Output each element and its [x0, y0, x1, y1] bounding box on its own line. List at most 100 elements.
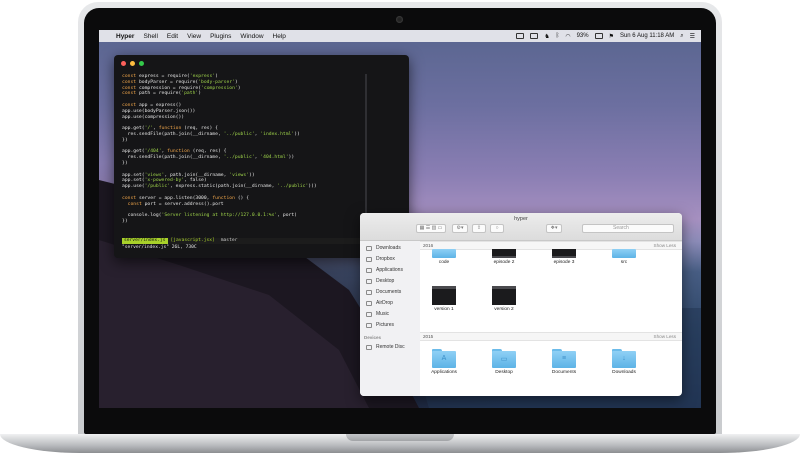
video-thumbnail-icon	[552, 249, 576, 258]
sidebar-item-documents[interactable]: Documents	[366, 289, 401, 295]
menu-shell[interactable]: Shell	[143, 33, 157, 40]
view-mode-control[interactable]: ▦ ☰ ▥ ▭	[416, 224, 446, 233]
laptop-notch	[346, 434, 454, 441]
folder-icon	[432, 249, 456, 258]
video-thumbnail-icon	[492, 249, 516, 258]
spotlight-icon[interactable]: ⌕	[680, 33, 683, 40]
flag-icon[interactable]: ⚑	[609, 33, 614, 40]
share-button[interactable]: ⇪	[472, 224, 486, 233]
file-item-label: Documents	[551, 370, 577, 375]
screen-record-icon[interactable]	[516, 33, 525, 39]
file-item-label: code	[438, 260, 450, 265]
file-item-version-2[interactable]: version 2	[482, 286, 526, 312]
battery-icon[interactable]	[594, 33, 603, 39]
close-button[interactable]	[121, 61, 126, 66]
clock[interactable]: Sun 6 Aug 11:18 AM	[620, 33, 674, 39]
notification-center-icon[interactable]: ☰	[690, 33, 695, 40]
elephant-icon[interactable]: ♞	[544, 33, 549, 40]
bluetooth-icon[interactable]: ᛒ	[556, 33, 560, 39]
file-item-episode-2[interactable]: episode 2	[482, 249, 526, 265]
sidebar-item-remote-disc[interactable]: Remote Disc	[366, 344, 405, 350]
finder-title: hyper	[514, 216, 528, 222]
sidebar-item-label: AirDrop	[376, 300, 393, 306]
downloads-folder-icon: ↓	[612, 349, 636, 368]
documents-folder-icon: ≡	[552, 349, 576, 368]
menu-help[interactable]: Help	[273, 33, 286, 40]
menu-window[interactable]: Window	[240, 33, 263, 40]
dropbox-icon	[366, 256, 372, 262]
file-item-downloads[interactable]: ↓ Downloads	[602, 349, 646, 375]
video-thumbnail-icon	[432, 286, 456, 305]
battery-percent[interactable]: 93%	[577, 33, 589, 39]
camera-icon	[396, 16, 403, 23]
finder-titlebar: hyper ▦ ☰ ▥ ▭ ⚙▾ ⇪ ○ ❖▾ Search	[360, 213, 682, 241]
file-item-code[interactable]: code	[422, 249, 466, 265]
applications-folder-icon: A	[432, 349, 456, 368]
dropbox-status-icon[interactable]	[530, 33, 539, 39]
wifi-icon[interactable]: ◠	[565, 33, 570, 40]
sidebar-item-dropbox[interactable]: Dropbox	[366, 256, 395, 262]
window-controls	[121, 61, 144, 66]
dropbox-toolbar-button[interactable]: ❖▾	[546, 224, 562, 233]
sidebar-item-label: Pictures	[376, 322, 395, 328]
sidebar-section-devices: Devices	[364, 335, 382, 340]
file-item-label: Downloads	[612, 370, 636, 375]
file-item-label: episode 2	[493, 260, 515, 265]
sidebar-item-label: Downloads	[376, 245, 401, 251]
menu-status-area: ♞ ᛒ ◠ 93% ⚑ Sun 6 Aug 11:18 AM ⌕ ☰	[516, 30, 695, 42]
video-thumbnail-icon	[492, 286, 516, 305]
search-placeholder: Search	[613, 225, 629, 231]
zoom-button[interactable]	[139, 61, 144, 66]
sidebar-item-pictures[interactable]: Pictures	[366, 322, 394, 328]
file-item-documents[interactable]: ≡ Documents	[542, 349, 586, 375]
menu-plugins[interactable]: Plugins	[210, 33, 231, 40]
documents-icon	[366, 289, 372, 295]
file-item-label: Applications	[431, 370, 457, 375]
sidebar-item-airdrop[interactable]: AirDrop	[366, 300, 393, 306]
sidebar-item-label: Music	[376, 311, 390, 317]
menu-view[interactable]: View	[187, 33, 201, 40]
sidebar-item-label: Remote Disc	[376, 344, 405, 350]
code-editor[interactable]: const express = require('express') const …	[122, 74, 400, 225]
file-item-label: version 2	[494, 307, 514, 312]
show-less-button[interactable]: Show Less	[654, 333, 676, 340]
sidebar-item-label: Dropbox	[376, 256, 395, 262]
arrange-button[interactable]: ⚙▾	[452, 224, 468, 233]
section-year: 2015	[423, 334, 434, 339]
folder-icon	[612, 249, 636, 258]
section-year: 2016	[423, 243, 434, 248]
airdrop-icon	[366, 300, 372, 306]
sidebar-item-applications[interactable]: Applications	[366, 267, 403, 273]
file-item-label: Desktop	[495, 370, 513, 375]
sidebar-item-label: Applications	[376, 267, 403, 273]
file-item-src[interactable]: src	[602, 249, 646, 265]
sidebar-item-label: Documents	[376, 289, 402, 295]
menu-edit[interactable]: Edit	[167, 33, 178, 40]
file-item-applications[interactable]: A Applications	[422, 349, 466, 375]
sidebar-item-downloads[interactable]: Downloads	[366, 245, 401, 251]
desktop-folder-icon: ▭	[492, 349, 516, 368]
sidebar-item-desktop[interactable]: Desktop	[366, 278, 394, 284]
file-item-desktop[interactable]: ▭ Desktop	[482, 349, 526, 375]
search-input[interactable]: Search	[582, 224, 674, 233]
show-less-button[interactable]: Show Less	[654, 242, 676, 249]
finder-window[interactable]: hyper ▦ ☰ ▥ ▭ ⚙▾ ⇪ ○ ❖▾ Search Downloads…	[360, 213, 682, 396]
vim-command-line[interactable]: "server/index.js" 26L, 730C	[122, 245, 197, 250]
downloads-icon	[366, 245, 372, 251]
sidebar-item-label: Desktop	[376, 278, 395, 284]
music-icon	[366, 311, 372, 317]
pictures-icon	[366, 322, 372, 328]
menu-app-name[interactable]: Hyper	[116, 33, 134, 40]
finder-sidebar: Downloads Dropbox Applications Desktop D…	[360, 241, 420, 396]
file-item-episode-3[interactable]: episode 3	[542, 249, 586, 265]
file-item-version-1[interactable]: version 1	[422, 286, 466, 312]
sidebar-item-music[interactable]: Music	[366, 311, 389, 317]
statusline-filetype: [javascript.jsx]	[170, 238, 215, 243]
minimize-button[interactable]	[130, 61, 135, 66]
tags-button[interactable]: ○	[490, 224, 504, 233]
code-line: })	[122, 218, 128, 224]
desktop-icon	[366, 278, 372, 284]
statusline-branch: master	[220, 238, 238, 243]
file-item-label: src	[620, 260, 628, 265]
menu-bar: Hyper Shell Edit View Plugins Window Hel…	[99, 30, 701, 42]
